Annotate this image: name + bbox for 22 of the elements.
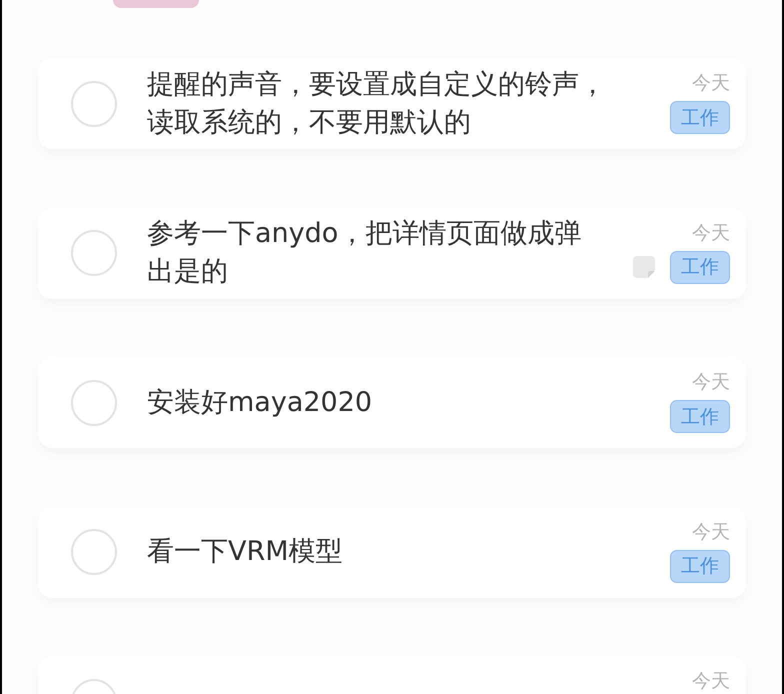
task-title: 安装好maya2020 — [147, 386, 374, 420]
task-title: 提醒的声音，要设置成自定义的铃声，读取系统的，不要用默认的 — [147, 68, 607, 140]
due-date: 今天 — [692, 670, 730, 692]
checkbox[interactable] — [71, 380, 117, 426]
task-card[interactable]: 今天 — [38, 656, 746, 694]
task-card[interactable]: 安装好maya2020 今天 工作 — [38, 357, 746, 448]
checkbox[interactable] — [71, 529, 117, 575]
category-tag[interactable]: 工作 — [670, 400, 730, 433]
due-date: 今天 — [692, 520, 730, 542]
task-card[interactable]: 看一下VRM模型 今天 工作 — [38, 506, 746, 598]
task-card[interactable]: 参考一下anydo，把详情页面做成弹出是的 今天 工作 — [38, 208, 746, 298]
task-title: 参考一下anydo，把详情页面做成弹出是的 — [147, 217, 582, 289]
checkbox[interactable] — [71, 80, 117, 126]
category-tag[interactable]: 工作 — [670, 250, 730, 284]
due-date: 今天 — [692, 222, 730, 244]
task-card[interactable]: 提醒的声音，要设置成自定义的铃声，读取系统的，不要用默认的 今天 工作 — [38, 58, 746, 149]
due-date: 今天 — [692, 371, 730, 393]
due-date: 今天 — [692, 72, 730, 94]
category-tag[interactable]: 工作 — [670, 101, 730, 134]
category-tag[interactable]: 工作 — [670, 550, 730, 582]
checkbox[interactable] — [71, 230, 117, 276]
task-title: 看一下VRM模型 — [147, 535, 344, 569]
